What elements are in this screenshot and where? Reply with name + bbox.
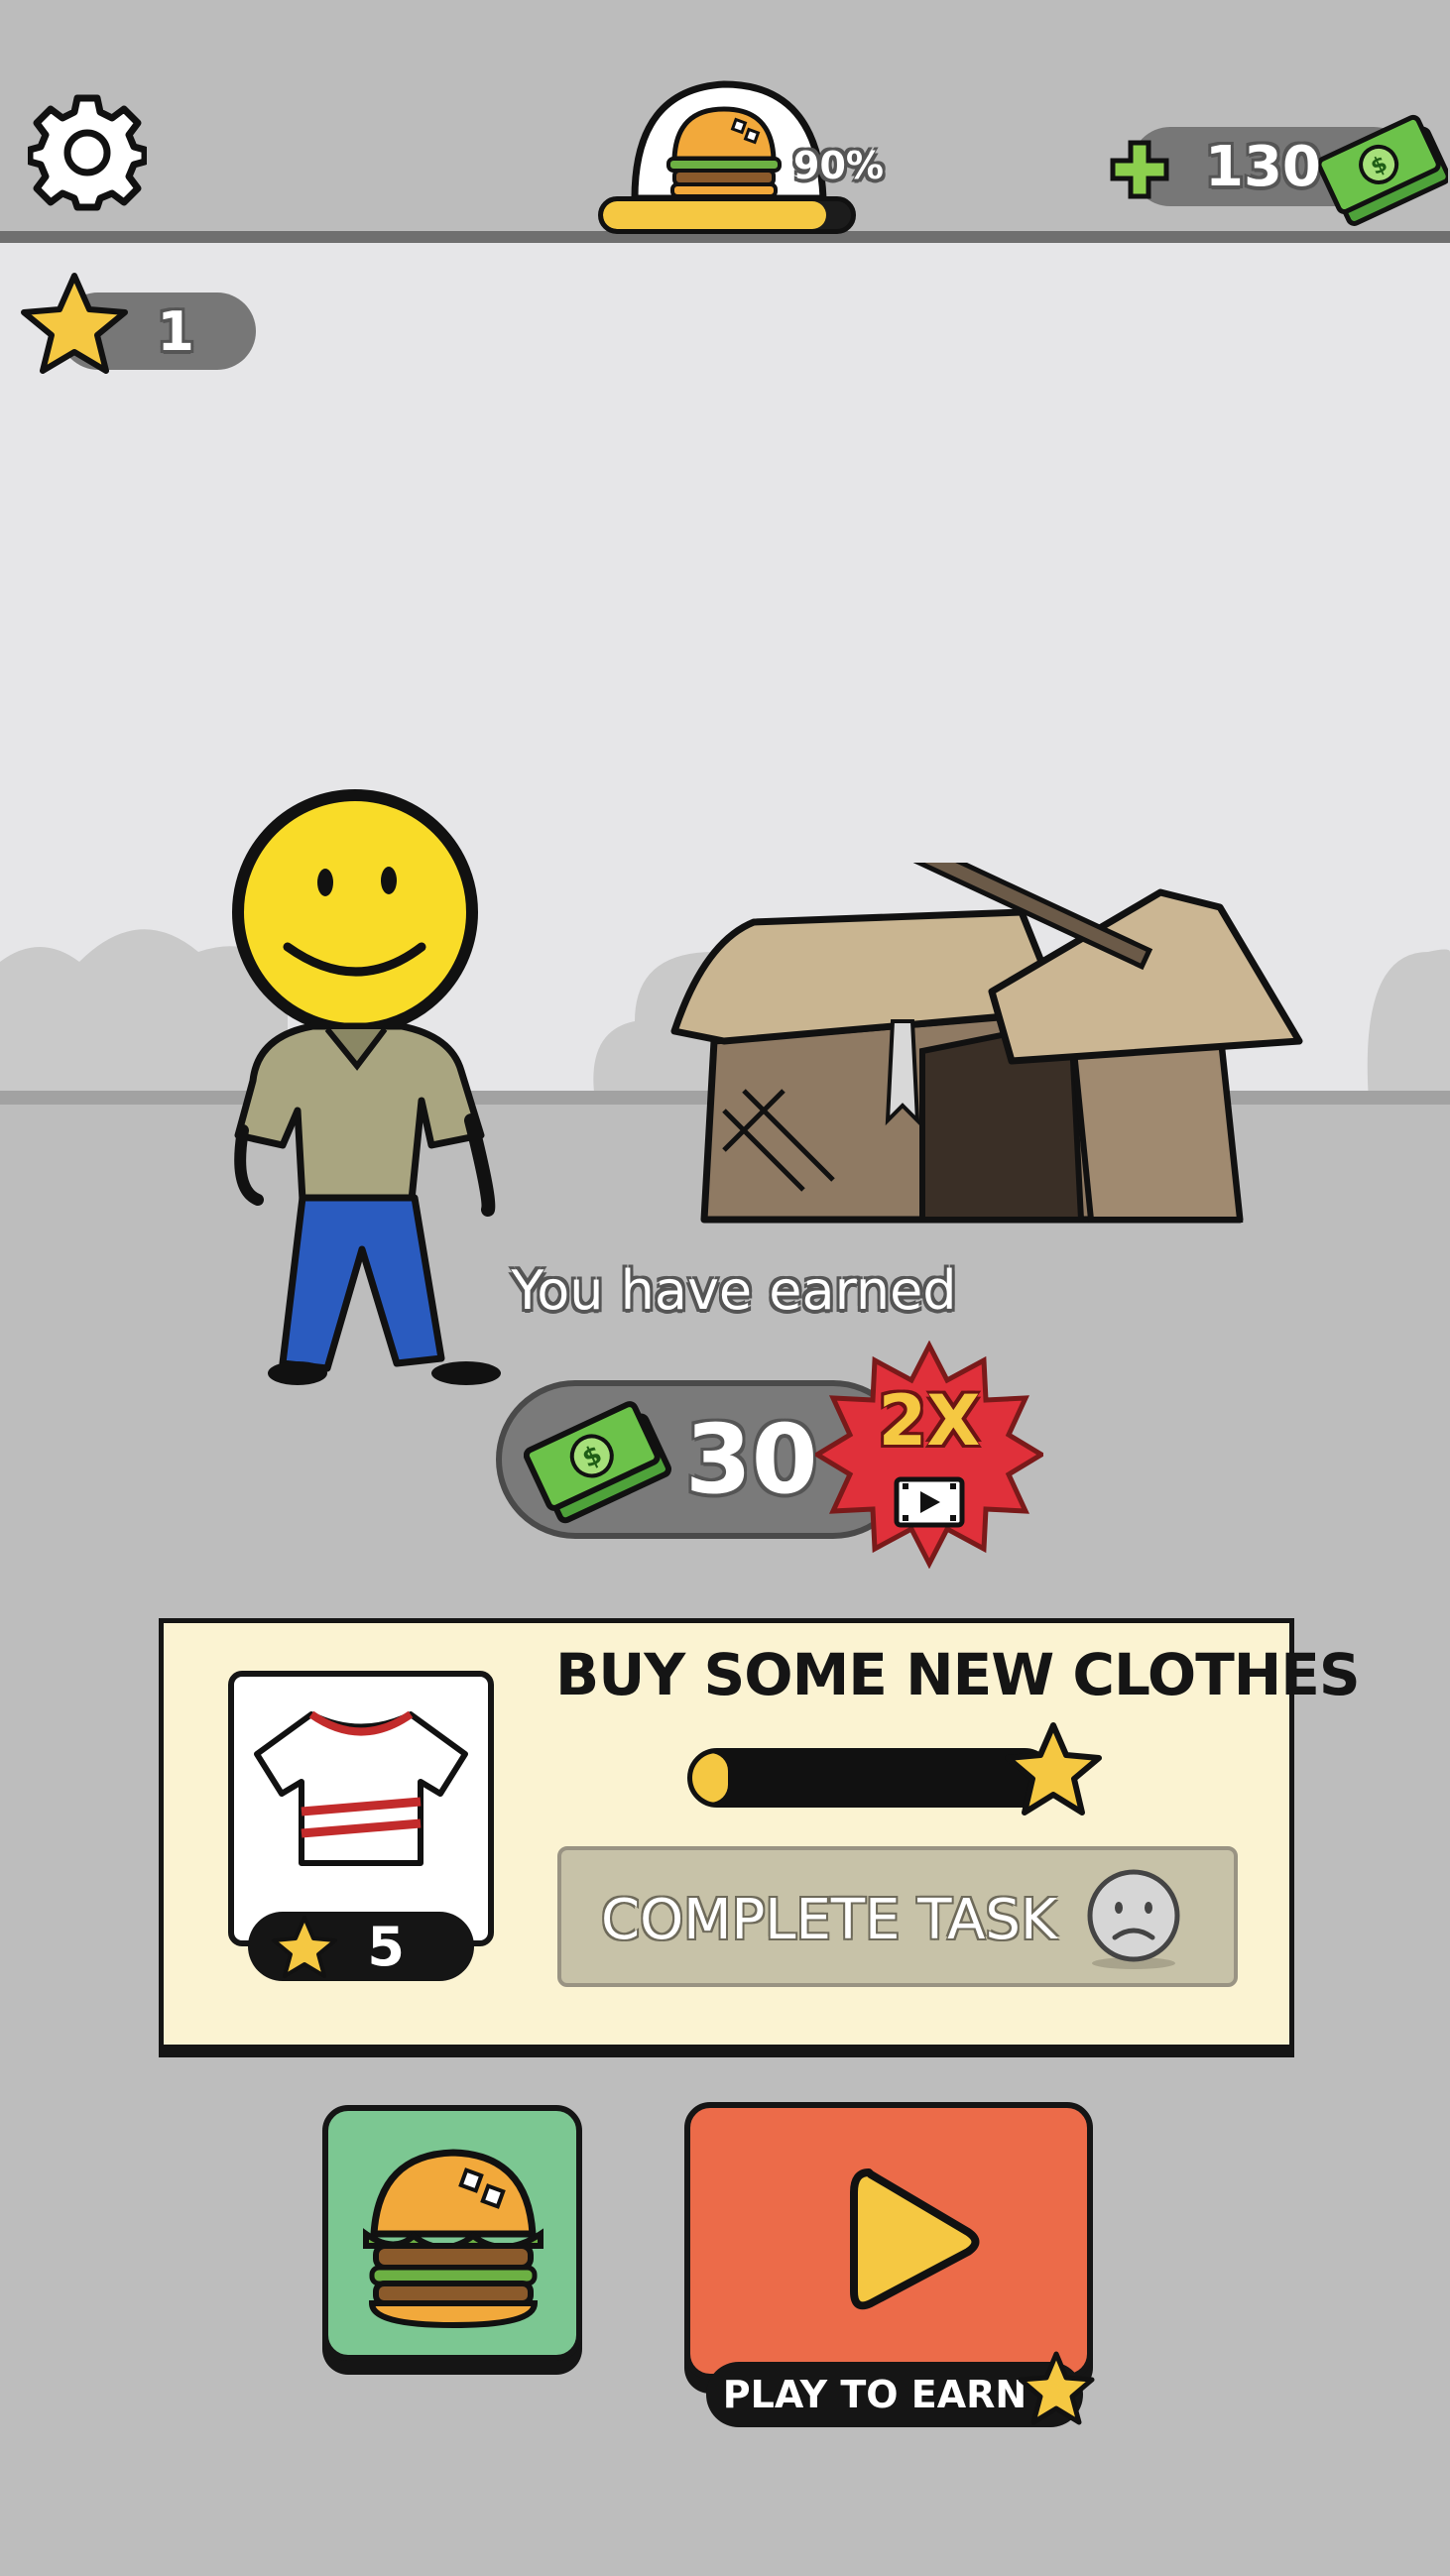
hunger-bar-fill: [603, 201, 826, 229]
task-progress-bar: [687, 1748, 1054, 1808]
add-money-plus-icon[interactable]: [1109, 139, 1170, 200]
star-count: 1: [157, 299, 194, 363]
video-play-icon: [894, 1476, 965, 1528]
sad-face-icon: [1087, 1869, 1180, 1969]
hunger-bar: [598, 196, 856, 234]
money-amount: 130: [1205, 134, 1321, 199]
settings-gear-icon[interactable]: [28, 91, 147, 214]
cardboard-box-home: [670, 863, 1303, 1224]
burger-icon: [363, 2149, 544, 2329]
complete-task-label: COMPLETE TASK: [601, 1888, 1057, 1952]
task-goal-star-icon: [1005, 1722, 1102, 1815]
cash-stack-icon: $: [1319, 114, 1448, 226]
play-to-earn-button[interactable]: [684, 2102, 1093, 2380]
complete-task-button[interactable]: COMPLETE TASK: [557, 1846, 1238, 1987]
earned-label: You have earned: [511, 1259, 957, 1322]
task-cost-star-icon: [272, 1916, 337, 1978]
task-progress-fill: [692, 1753, 728, 1803]
play-reward-star-icon: [1018, 2351, 1095, 2425]
play-to-earn-label: PLAY TO EARN: [722, 2373, 1027, 2416]
task-item-frame: [228, 1671, 494, 1946]
play-triangle-icon: [850, 2168, 980, 2310]
tshirt-icon: [254, 1710, 468, 1866]
hunger-burger-icon: [666, 106, 782, 198]
reward-amount: 30: [685, 1404, 818, 1515]
smiley-character: [232, 789, 501, 1385]
reward-cash-icon: $: [524, 1401, 672, 1524]
food-button[interactable]: [322, 2105, 582, 2361]
multiplier-label: 2X: [878, 1380, 981, 1462]
double-reward-video-button[interactable]: 2X: [815, 1341, 1043, 1569]
hunger-percent: 90%: [793, 144, 884, 187]
task-cost: 5: [367, 1915, 405, 1978]
task-title: BUY SOME NEW CLOTHES: [555, 1641, 1361, 1708]
star-icon: [21, 273, 128, 374]
